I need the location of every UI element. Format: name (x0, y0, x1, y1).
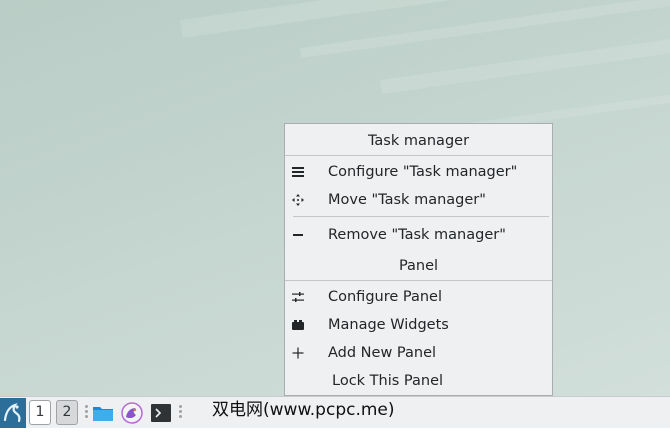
minus-icon (293, 234, 303, 236)
configure-icon (292, 292, 304, 302)
file-manager-icon[interactable] (92, 402, 114, 424)
panel-grip-handle[interactable] (179, 405, 182, 421)
panel-grip-handle[interactable] (85, 405, 88, 421)
widgets-icon (292, 320, 304, 330)
hamburger-icon (292, 167, 304, 177)
menu-item-label: Manage Widgets (328, 317, 449, 333)
plus-icon (292, 347, 304, 359)
application-launcher-button[interactable] (0, 398, 26, 428)
remove-task-manager-item[interactable]: Remove "Task manager" (285, 221, 552, 249)
panel-section-title: Panel (398, 258, 439, 274)
task-manager-section-title: Task manager (367, 133, 470, 149)
menu-separator (285, 155, 552, 156)
virtual-desktop-2[interactable]: 2 (56, 400, 78, 425)
watermark-text: 双电网(www.pcpc.me) (212, 400, 395, 420)
context-menu: Task manager Configure "Task manager" Mo… (284, 123, 553, 396)
menu-item-label: Move "Task manager" (328, 192, 486, 208)
move-task-manager-item[interactable]: Move "Task manager" (285, 186, 552, 214)
lock-panel-item[interactable]: Lock This Panel (285, 367, 552, 395)
browser-icon[interactable] (121, 402, 143, 424)
manage-widgets-item[interactable]: Manage Widgets (285, 311, 552, 339)
wallpaper-streak (380, 32, 670, 94)
configure-task-manager-item[interactable]: Configure "Task manager" (285, 158, 552, 186)
terminal-icon[interactable] (150, 402, 172, 424)
configure-panel-item[interactable]: Configure Panel (285, 283, 552, 311)
menu-item-label: Remove "Task manager" (328, 227, 506, 243)
virtual-desktop-1[interactable]: 1 (29, 400, 51, 425)
kde-logo-icon (3, 402, 21, 423)
menu-item-label: Add New Panel (328, 345, 437, 361)
menu-item-label: Configure "Task manager" (328, 164, 518, 180)
menu-item-label: Lock This Panel (332, 373, 444, 389)
add-new-panel-item[interactable]: Add New Panel (285, 339, 552, 367)
menu-item-label: Configure Panel (328, 289, 443, 305)
menu-separator (285, 280, 552, 281)
menu-separator (293, 216, 549, 217)
move-icon (292, 194, 304, 206)
